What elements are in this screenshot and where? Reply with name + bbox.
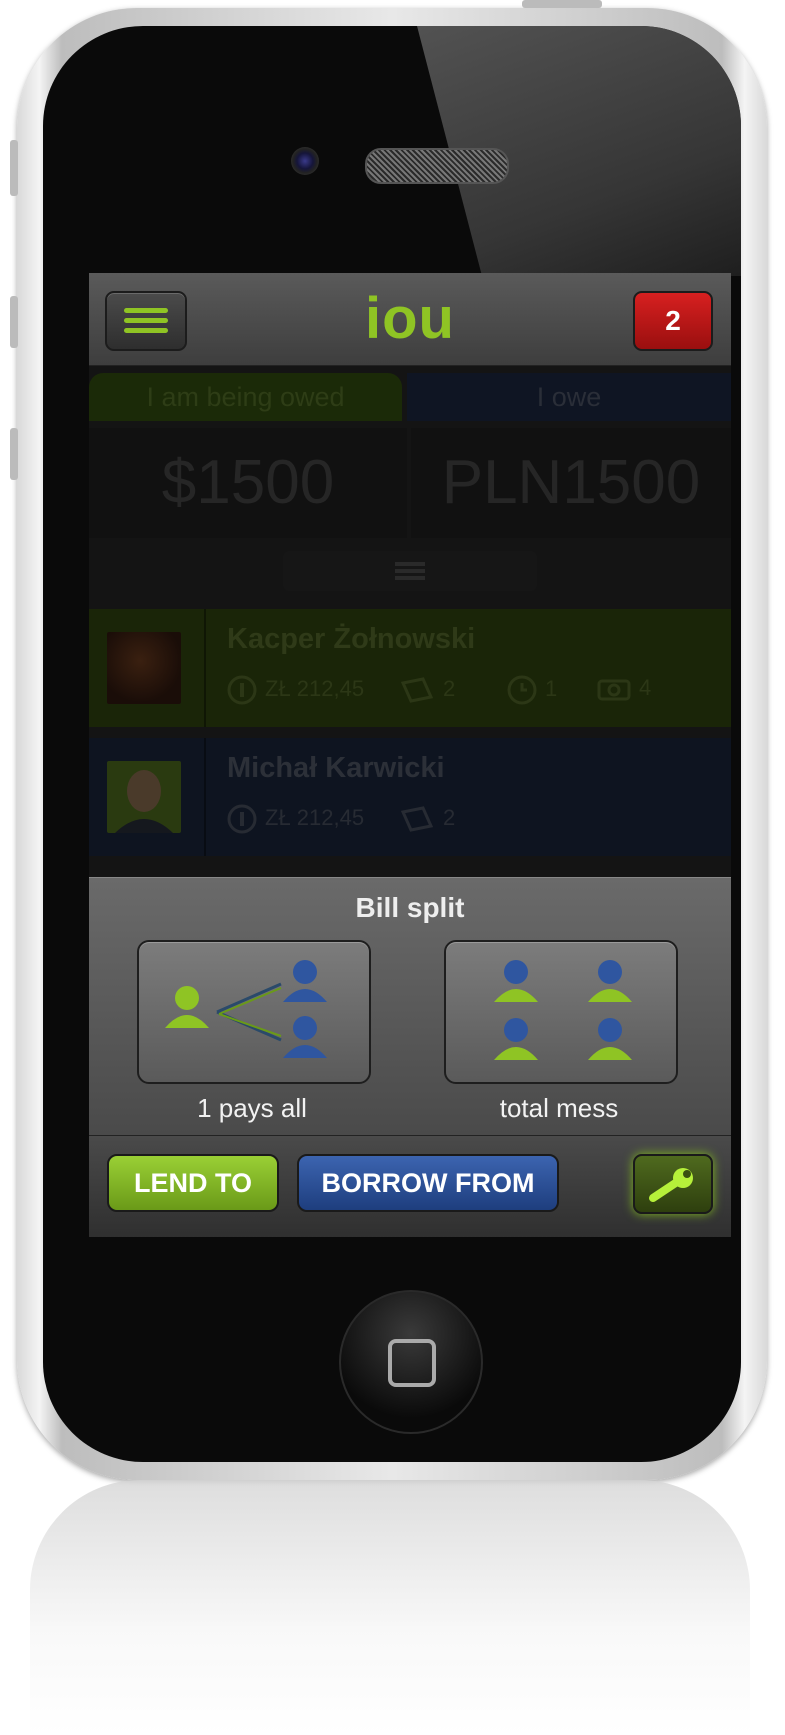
- bill-split-panel: Bill split 1 pays all total mess: [89, 877, 731, 1136]
- lend-to-button[interactable]: LEND TO: [107, 1154, 279, 1212]
- clock-icon: [507, 675, 537, 705]
- list-item[interactable]: Kacper Żołnowski ZŁ 212,45 2 1 4: [89, 609, 731, 727]
- contact-name: Kacper Żołnowski: [227, 623, 476, 655]
- split-option-total-mess[interactable]: [444, 940, 678, 1084]
- items-stat: 2: [399, 675, 455, 705]
- bottom-toolbar: LEND TO BORROW FROM: [89, 1135, 731, 1237]
- notification-badge[interactable]: 2: [633, 291, 713, 351]
- tab-being-owed[interactable]: I am being owed: [89, 373, 402, 421]
- app-screen: iou 2 I am being owed I owe $1500 PLN150…: [89, 273, 731, 1237]
- person-icon: [494, 1018, 538, 1060]
- tab-i-owe[interactable]: I owe: [407, 373, 731, 421]
- phone-body: iou 2 I am being owed I owe $1500 PLN150…: [43, 26, 741, 1462]
- home-icon: [388, 1339, 436, 1387]
- total-owe: PLN1500: [411, 428, 731, 538]
- earpiece-speaker: [365, 148, 509, 184]
- amount-stat: ZŁ 212,45: [227, 804, 364, 834]
- person-icon: [588, 960, 632, 1002]
- person-icon: [494, 960, 538, 1002]
- avatar: [107, 761, 181, 833]
- person-icon: [283, 960, 327, 1002]
- avatar: [107, 632, 181, 704]
- amount-stat: ZŁ 212,45: [227, 675, 364, 705]
- book-icon: [400, 806, 434, 832]
- phone-frame: iou 2 I am being owed I owe $1500 PLN150…: [17, 8, 767, 1480]
- camera-icon: [597, 679, 631, 701]
- person-icon: [165, 986, 209, 1028]
- book-icon: [400, 677, 434, 703]
- power-button: [522, 0, 602, 8]
- option-label-one-pays-all: 1 pays all: [197, 1093, 307, 1123]
- time-stat: 1: [507, 675, 557, 705]
- borrow-from-button[interactable]: BORROW FROM: [297, 1154, 559, 1212]
- coin-icon: [227, 675, 257, 705]
- navigation-bar: iou 2: [89, 273, 731, 366]
- list-item[interactable]: Michał Karwicki ZŁ 212,45 2: [89, 738, 731, 856]
- front-camera: [291, 147, 319, 175]
- coin-icon: [227, 804, 257, 834]
- dimmed-content: I am being owed I owe $1500 PLN1500 Kacp…: [89, 365, 731, 877]
- volume-up-button: [10, 296, 18, 348]
- photos-stat: 4: [597, 675, 651, 701]
- drawer-handle[interactable]: [283, 551, 537, 591]
- home-button[interactable]: [339, 1290, 483, 1434]
- bill-split-title: Bill split: [355, 892, 465, 923]
- phone-reflection: [30, 1480, 750, 1735]
- volume-down-button: [10, 428, 18, 480]
- items-stat: 2: [399, 804, 455, 834]
- person-icon: [588, 1018, 632, 1060]
- mute-switch: [10, 140, 18, 196]
- option-label-total-mess: total mess: [499, 1093, 619, 1123]
- total-owed: $1500: [89, 428, 407, 538]
- settings-button[interactable]: [633, 1154, 713, 1214]
- person-icon: [283, 1016, 327, 1058]
- split-option-one-pays-all[interactable]: [137, 940, 371, 1084]
- wrench-icon: [649, 1168, 693, 1202]
- contact-name: Michał Karwicki: [227, 752, 445, 784]
